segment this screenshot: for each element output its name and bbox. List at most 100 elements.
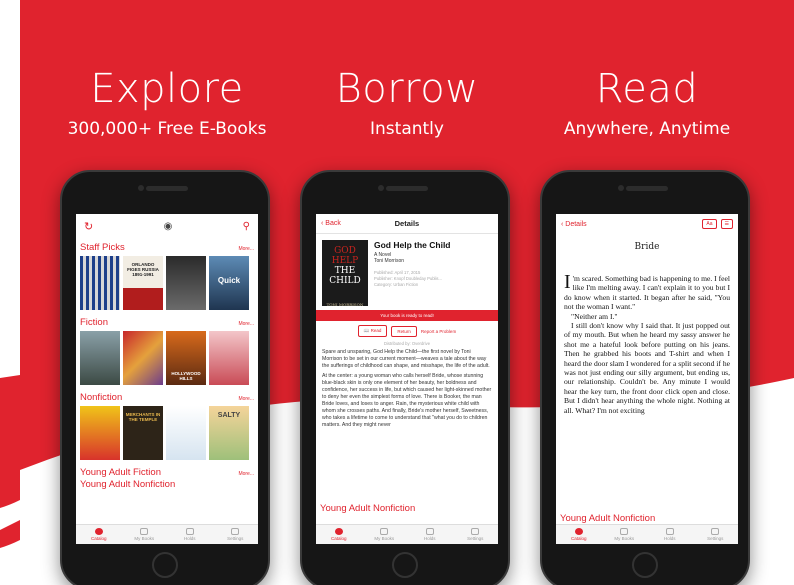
section-young-adult-fiction: Young Adult Fiction More... — [76, 467, 258, 478]
section-title[interactable]: Nonfiction — [80, 392, 122, 403]
more-link[interactable]: More... — [238, 246, 254, 252]
books-icon — [140, 528, 149, 535]
settings-icon — [711, 528, 720, 535]
tab-my-books[interactable]: My Books — [122, 525, 168, 544]
details-title: Details — [394, 219, 420, 228]
published-date: Published: April 17, 2015 — [374, 270, 421, 275]
phone-reader: ‹ Details Aa ☰ Bride I'm scared. Somethi… — [540, 170, 750, 585]
explore-header: Explore 300,000+ Free E-Books — [47, 66, 287, 140]
tab-settings[interactable]: Settings — [213, 525, 259, 544]
section-young-adult-nonfiction: Young Adult Nonfiction — [316, 502, 498, 524]
section-title[interactable]: Fiction — [80, 317, 108, 328]
back-button[interactable]: ‹ Details — [561, 221, 587, 228]
tab-bar: Catalog My Books Holds Settings — [76, 524, 258, 544]
tab-settings[interactable]: Settings — [453, 525, 499, 544]
catalog-icon — [334, 528, 343, 535]
explore-title: Explore — [90, 66, 244, 112]
book-cover[interactable] — [166, 406, 206, 460]
back-button[interactable]: ‹ Back — [321, 220, 341, 227]
catalog-icon — [94, 528, 103, 535]
tab-holds[interactable]: Holds — [167, 525, 213, 544]
return-button[interactable]: Return — [391, 325, 417, 337]
book-cover[interactable] — [209, 331, 249, 385]
section-young-adult-nonfiction: Young Adult Nonfiction — [76, 479, 258, 490]
font-settings-button[interactable]: Aa — [702, 219, 717, 229]
holds-icon — [185, 528, 194, 535]
section-staff-picks: Staff Picks More... — [76, 242, 258, 253]
phone-details: ‹ Back Details GOD HELP THE CHILD TONI M… — [300, 170, 510, 585]
holds-icon — [665, 528, 674, 535]
section-title[interactable]: Young Adult Fiction — [80, 467, 161, 478]
publisher: Publisher: Knopf Doubleday Publis... — [374, 276, 442, 281]
catalog-screen: ↻ ◉ ⚲ Staff Picks More... ORLANDO FIGES … — [76, 214, 258, 544]
speaker — [626, 186, 668, 191]
settings-icon — [471, 528, 480, 535]
book-cover[interactable]: ORLANDO FIGES RUSSIA 1891-1991 — [123, 256, 163, 310]
book-cover[interactable] — [166, 256, 206, 310]
home-button[interactable] — [392, 552, 418, 578]
book-info: God Help the Child A Novel Toni Morrison… — [374, 240, 451, 306]
book-cover[interactable] — [123, 331, 163, 385]
read-button[interactable]: 📖 Read — [357, 325, 388, 337]
section-title[interactable]: Staff Picks — [80, 242, 125, 253]
camera — [618, 185, 624, 191]
more-link[interactable]: More... — [238, 471, 254, 477]
section-title[interactable]: Young Adult Nonfiction — [320, 503, 494, 514]
reader-text: I'm scared. Something bad is happening t… — [564, 271, 730, 415]
section-young-adult-nonfiction: Young Adult Nonfiction — [556, 512, 738, 524]
book-title: God Help the Child — [374, 240, 451, 250]
borrow-header: Borrow Instantly — [287, 66, 527, 140]
section-fiction: Fiction More... — [76, 317, 258, 328]
holds-icon — [425, 528, 434, 535]
home-button[interactable] — [152, 552, 178, 578]
home-button[interactable] — [632, 552, 658, 578]
catalog-icon — [574, 528, 583, 535]
tab-catalog[interactable]: Catalog — [76, 525, 122, 544]
details-nav: ‹ Back Details — [316, 214, 498, 234]
book-description: Spare and unsparing, God Help the Child—… — [322, 349, 492, 428]
book-cover[interactable] — [80, 256, 120, 310]
library-logo-icon: ◉ — [163, 220, 173, 232]
section-nonfiction: Nonfiction More... — [76, 392, 258, 403]
reader-screen: ‹ Details Aa ☰ Bride I'm scared. Somethi… — [556, 214, 738, 544]
read-title: Read — [595, 66, 699, 112]
shelf-fiction: HOLLYWOOD HILLS — [76, 328, 258, 388]
tab-my-books[interactable]: My Books — [602, 525, 648, 544]
tab-holds[interactable]: Holds — [407, 525, 453, 544]
speaker — [146, 186, 188, 191]
distributor: Distributed by: Overdrive — [383, 341, 431, 346]
tab-holds[interactable]: Holds — [647, 525, 693, 544]
book-header: GOD HELP THE CHILD TONI MORRISON God Hel… — [316, 234, 498, 310]
settings-icon — [231, 528, 240, 535]
book-actions: 📖 Read Return Report a Problem — [316, 321, 498, 341]
book-cover[interactable] — [80, 331, 120, 385]
refresh-icon[interactable]: ↻ — [84, 220, 93, 233]
report-problem-link[interactable]: Report a Problem — [421, 329, 456, 334]
tab-my-books[interactable]: My Books — [362, 525, 408, 544]
shelf-nonfiction: MERCHANTS IN THE TEMPLE SALTY — [76, 403, 258, 463]
tab-settings[interactable]: Settings — [693, 525, 739, 544]
book-cover[interactable] — [80, 406, 120, 460]
book-cover[interactable]: SALTY — [209, 406, 249, 460]
borrow-title: Borrow — [335, 66, 479, 112]
books-icon — [620, 528, 629, 535]
read-header: Read Anywhere, Anytime — [527, 66, 767, 140]
section-title[interactable]: Young Adult Nonfiction — [80, 479, 175, 490]
table-of-contents-icon[interactable]: ☰ — [720, 219, 733, 229]
ready-banner: Your book is ready to read! — [316, 310, 498, 321]
more-link[interactable]: More... — [238, 396, 254, 402]
search-icon[interactable]: ⚲ — [243, 221, 250, 232]
tab-bar: Catalog My Books Holds Settings — [556, 524, 738, 544]
camera — [138, 185, 144, 191]
book-cover[interactable]: HOLLYWOOD HILLS — [166, 331, 206, 385]
section-title[interactable]: Young Adult Nonfiction — [560, 513, 734, 524]
drop-cap: I — [564, 271, 571, 293]
shelf-staff-picks: ORLANDO FIGES RUSSIA 1891-1991 Quick — [76, 253, 258, 313]
more-link[interactable]: More... — [238, 321, 254, 327]
catalog-toolbar: ↻ ◉ ⚲ — [76, 214, 258, 238]
book-cover[interactable]: Quick — [209, 256, 249, 310]
book-author: Toni Morrison — [374, 258, 405, 264]
tab-catalog[interactable]: Catalog — [316, 525, 362, 544]
book-cover[interactable]: MERCHANTS IN THE TEMPLE — [123, 406, 163, 460]
tab-catalog[interactable]: Catalog — [556, 525, 602, 544]
